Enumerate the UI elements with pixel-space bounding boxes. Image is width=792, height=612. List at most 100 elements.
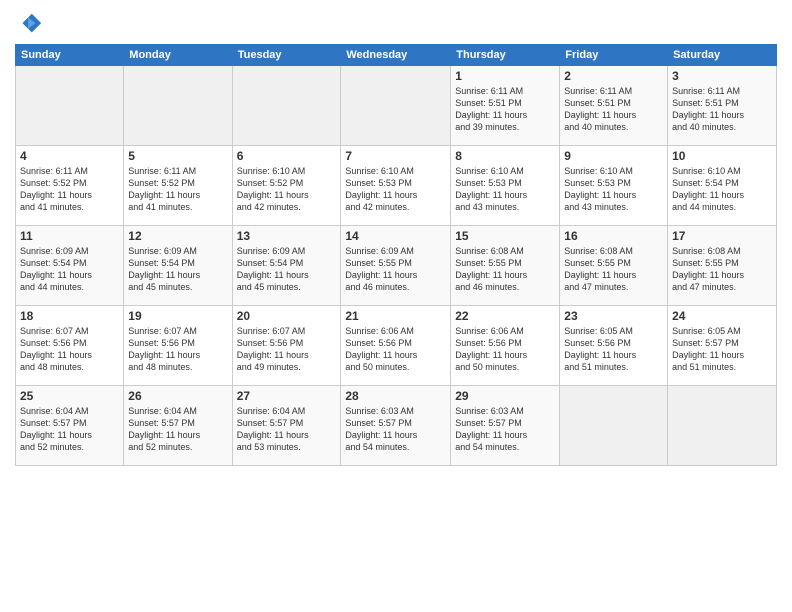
header: [15, 10, 777, 38]
cell-day-number: 16: [564, 229, 663, 243]
cell-info: Sunrise: 6:03 AM Sunset: 5:57 PM Dayligh…: [455, 405, 555, 454]
cell-info: Sunrise: 6:07 AM Sunset: 5:56 PM Dayligh…: [20, 325, 119, 374]
cell-info: Sunrise: 6:09 AM Sunset: 5:54 PM Dayligh…: [128, 245, 227, 294]
cell-day-number: 14: [345, 229, 446, 243]
cell-day-number: 13: [237, 229, 337, 243]
cell-info: Sunrise: 6:07 AM Sunset: 5:56 PM Dayligh…: [237, 325, 337, 374]
cell-info: Sunrise: 6:09 AM Sunset: 5:55 PM Dayligh…: [345, 245, 446, 294]
column-header-sunday: Sunday: [16, 45, 124, 66]
calendar-cell: 6Sunrise: 6:10 AM Sunset: 5:52 PM Daylig…: [232, 146, 341, 226]
logo-icon: [15, 10, 43, 38]
cell-day-number: 28: [345, 389, 446, 403]
cell-day-number: 11: [20, 229, 119, 243]
cell-day-number: 12: [128, 229, 227, 243]
calendar-cell: 23 Sunrise: 6:05 AM Sunset: 5:56 PM Dayli…: [560, 306, 668, 386]
logo: [15, 10, 47, 38]
calendar-cell: 5 Sunrise: 6:11 AM Sunset: 5:52 PM Daylig…: [124, 146, 232, 226]
calendar-cell: 14 Sunrise: 6:09 AM Sunset: 5:55 PM Dayli…: [341, 226, 451, 306]
calendar-cell: [232, 66, 341, 146]
calendar-cell: 12 Sunrise: 6:09 AM Sunset: 5:54 PM Dayli…: [124, 226, 232, 306]
cell-info: Sunrise: 6:10 AM Sunset: 5:53 PM Dayligh…: [345, 165, 446, 214]
calendar-cell: 2 Sunrise: 6:11 AM Sunset: 5:51 PM Daylig…: [560, 66, 668, 146]
calendar-cell: 15 Sunrise: 6:08 AM Sunset: 5:55 PM Dayli…: [451, 226, 560, 306]
cell-info: Sunrise: 6:08 AM Sunset: 5:55 PM Dayligh…: [564, 245, 663, 294]
cell-info: Sunrise: 6:10 AM Sunset: 5:53 PM Dayligh…: [564, 165, 663, 214]
calendar-cell: 9Sunrise: 6:10 AM Sunset: 5:53 PM Daylig…: [560, 146, 668, 226]
cell-day-number: 18: [20, 309, 119, 323]
calendar-cell: 29 Sunrise: 6:03 AM Sunset: 5:57 PM Dayli…: [451, 386, 560, 466]
cell-day-number: 8: [455, 149, 555, 163]
cell-day-number: 24: [672, 309, 772, 323]
calendar-body: 1 Sunrise: 6:11 AM Sunset: 5:51 PM Daylig…: [16, 66, 777, 466]
cell-info: Sunrise: 6:05 AM Sunset: 5:57 PM Dayligh…: [672, 325, 772, 374]
calendar-cell: 4Sunrise: 6:11 AM Sunset: 5:52 PM Daylig…: [16, 146, 124, 226]
calendar-header: SundayMondayTuesdayWednesdayThursdayFrid…: [16, 45, 777, 66]
cell-info: Sunrise: 6:10 AM Sunset: 5:53 PM Dayligh…: [455, 165, 555, 214]
cell-info: Sunrise: 6:11 AM Sunset: 5:51 PM Dayligh…: [672, 85, 772, 134]
week-row-0: 1 Sunrise: 6:11 AM Sunset: 5:51 PM Daylig…: [16, 66, 777, 146]
calendar-cell: 8 Sunrise: 6:10 AM Sunset: 5:53 PM Daylig…: [451, 146, 560, 226]
cell-day-number: 15: [455, 229, 555, 243]
calendar-cell: [668, 386, 777, 466]
cell-info: Sunrise: 6:08 AM Sunset: 5:55 PM Dayligh…: [672, 245, 772, 294]
cell-day-number: 23: [564, 309, 663, 323]
cell-day-number: 5: [128, 149, 227, 163]
calendar-cell: 22 Sunrise: 6:06 AM Sunset: 5:56 PM Dayli…: [451, 306, 560, 386]
calendar-cell: [124, 66, 232, 146]
cell-info: Sunrise: 6:06 AM Sunset: 5:56 PM Dayligh…: [455, 325, 555, 374]
cell-info: Sunrise: 6:07 AM Sunset: 5:56 PM Dayligh…: [128, 325, 227, 374]
calendar-cell: 3 Sunrise: 6:11 AM Sunset: 5:51 PM Daylig…: [668, 66, 777, 146]
column-header-tuesday: Tuesday: [232, 45, 341, 66]
calendar-cell: 17 Sunrise: 6:08 AM Sunset: 5:55 PM Dayli…: [668, 226, 777, 306]
cell-day-number: 7: [345, 149, 446, 163]
cell-day-number: 2: [564, 69, 663, 83]
cell-info: Sunrise: 6:09 AM Sunset: 5:54 PM Dayligh…: [237, 245, 337, 294]
cell-day-number: 20: [237, 309, 337, 323]
week-row-1: 4Sunrise: 6:11 AM Sunset: 5:52 PM Daylig…: [16, 146, 777, 226]
cell-info: Sunrise: 6:08 AM Sunset: 5:55 PM Dayligh…: [455, 245, 555, 294]
week-row-4: 25Sunrise: 6:04 AM Sunset: 5:57 PM Dayli…: [16, 386, 777, 466]
week-row-2: 11 Sunrise: 6:09 AM Sunset: 5:54 PM Dayli…: [16, 226, 777, 306]
cell-info: Sunrise: 6:04 AM Sunset: 5:57 PM Dayligh…: [20, 405, 119, 454]
column-header-monday: Monday: [124, 45, 232, 66]
cell-day-number: 1: [455, 69, 555, 83]
calendar-cell: 26 Sunrise: 6:04 AM Sunset: 5:57 PM Dayli…: [124, 386, 232, 466]
calendar-cell: 1Sunrise: 6:11 AM Sunset: 5:51 PM Daylig…: [451, 66, 560, 146]
cell-info: Sunrise: 6:11 AM Sunset: 5:52 PM Dayligh…: [20, 165, 119, 214]
calendar-cell: 21Sunrise: 6:06 AM Sunset: 5:56 PM Dayli…: [341, 306, 451, 386]
cell-info: Sunrise: 6:10 AM Sunset: 5:54 PM Dayligh…: [672, 165, 772, 214]
cell-day-number: 26: [128, 389, 227, 403]
cell-day-number: 3: [672, 69, 772, 83]
calendar-cell: 28Sunrise: 6:03 AM Sunset: 5:57 PM Dayli…: [341, 386, 451, 466]
calendar-cell: 18 Sunrise: 6:07 AM Sunset: 5:56 PM Dayli…: [16, 306, 124, 386]
cell-info: Sunrise: 6:06 AM Sunset: 5:56 PM Dayligh…: [345, 325, 446, 374]
calendar-cell: 19Sunrise: 6:07 AM Sunset: 5:56 PM Dayli…: [124, 306, 232, 386]
calendar-cell: 13 Sunrise: 6:09 AM Sunset: 5:54 PM Dayli…: [232, 226, 341, 306]
column-header-wednesday: Wednesday: [341, 45, 451, 66]
cell-day-number: 10: [672, 149, 772, 163]
calendar-cell: [16, 66, 124, 146]
cell-info: Sunrise: 6:04 AM Sunset: 5:57 PM Dayligh…: [237, 405, 337, 454]
calendar-cell: 16 Sunrise: 6:08 AM Sunset: 5:55 PM Dayli…: [560, 226, 668, 306]
calendar-cell: 20 Sunrise: 6:07 AM Sunset: 5:56 PM Dayli…: [232, 306, 341, 386]
calendar-cell: 27 Sunrise: 6:04 AM Sunset: 5:57 PM Dayli…: [232, 386, 341, 466]
calendar-cell: 10 Sunrise: 6:10 AM Sunset: 5:54 PM Dayli…: [668, 146, 777, 226]
cell-day-number: 6: [237, 149, 337, 163]
cell-day-number: 29: [455, 389, 555, 403]
cell-day-number: 27: [237, 389, 337, 403]
calendar-cell: [560, 386, 668, 466]
page: SundayMondayTuesdayWednesdayThursdayFrid…: [0, 0, 792, 612]
cell-day-number: 22: [455, 309, 555, 323]
calendar-cell: 7 Sunrise: 6:10 AM Sunset: 5:53 PM Daylig…: [341, 146, 451, 226]
calendar-cell: [341, 66, 451, 146]
cell-info: Sunrise: 6:11 AM Sunset: 5:51 PM Dayligh…: [564, 85, 663, 134]
column-header-thursday: Thursday: [451, 45, 560, 66]
cell-info: Sunrise: 6:04 AM Sunset: 5:57 PM Dayligh…: [128, 405, 227, 454]
column-header-saturday: Saturday: [668, 45, 777, 66]
calendar-cell: 25Sunrise: 6:04 AM Sunset: 5:57 PM Dayli…: [16, 386, 124, 466]
cell-info: Sunrise: 6:11 AM Sunset: 5:52 PM Dayligh…: [128, 165, 227, 214]
cell-info: Sunrise: 6:05 AM Sunset: 5:56 PM Dayligh…: [564, 325, 663, 374]
week-row-3: 18 Sunrise: 6:07 AM Sunset: 5:56 PM Dayli…: [16, 306, 777, 386]
header-row: SundayMondayTuesdayWednesdayThursdayFrid…: [16, 45, 777, 66]
cell-day-number: 17: [672, 229, 772, 243]
